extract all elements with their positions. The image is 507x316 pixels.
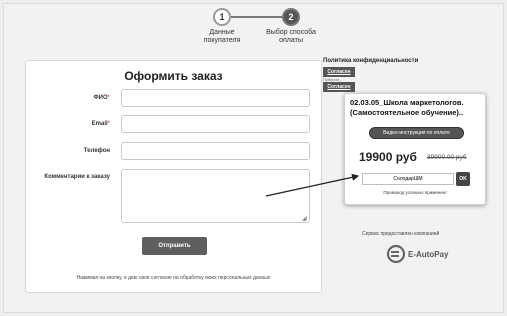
phone-field-label: Телефон	[83, 148, 110, 154]
email-label-text: Email	[91, 121, 108, 127]
promo-apply-button[interactable]: OK	[456, 172, 470, 186]
email-field-label: Email*	[92, 121, 110, 127]
step-2-indicator: 2	[282, 8, 300, 26]
eautopay-logo-icon	[386, 244, 406, 264]
name-input[interactable]	[121, 89, 310, 107]
comment-field-label: Комментарии к заказу	[44, 174, 110, 180]
price-current: 19900 руб	[359, 150, 417, 164]
submit-button[interactable]: Отправить	[142, 237, 207, 255]
required-mark: *	[107, 121, 110, 127]
eautopay-logo: E-AutoPay	[386, 243, 478, 265]
order-form-title: Оформить заказ	[124, 69, 223, 83]
privacy-policy-title: Политика конфиденциальности	[323, 58, 419, 64]
resize-grip-icon[interactable]: ◢	[302, 215, 307, 222]
phone-input[interactable]	[121, 142, 310, 160]
price-original: 39900.00 руб	[427, 154, 467, 161]
order-form-card: Оформить заказ ФИО* Email* Телефон Комме…	[25, 60, 322, 293]
email-input[interactable]	[121, 115, 310, 133]
comment-textarea[interactable]	[121, 169, 310, 223]
step-1-indicator: 1	[213, 8, 231, 26]
consent-note: Нажимая на кнопку, я даю свое согласие н…	[76, 275, 271, 281]
promo-status-message: Промокод успешно применен!	[383, 190, 447, 195]
required-mark: *	[107, 95, 110, 101]
name-field-label: ФИО*	[94, 95, 110, 101]
promo-code-input[interactable]	[362, 173, 454, 185]
step-2-label: Выбор способа оплаты	[266, 29, 316, 44]
course-title: 02.03.05_Школа маркетологов. (Самостояте…	[350, 98, 464, 117]
checkout-stepper: 1 2 Данные покупателя Выбор способа опла…	[200, 6, 330, 50]
step-1-label: Данные покупателя	[203, 29, 241, 44]
stepper-connector	[231, 16, 282, 18]
agree-button-1[interactable]: Согласен	[323, 67, 355, 77]
eautopay-logo-text: E-AutoPay	[408, 249, 449, 259]
agree-button-2[interactable]: Согласен	[323, 82, 355, 92]
service-provider-text: Сервис предоставлен компанией	[362, 231, 440, 237]
video-instruction-button[interactable]: Видео-инструкция по оплате	[369, 127, 464, 139]
name-label-text: ФИО	[93, 95, 108, 101]
course-summary-card: 02.03.05_Школа маркетологов. (Самостояте…	[344, 93, 486, 205]
